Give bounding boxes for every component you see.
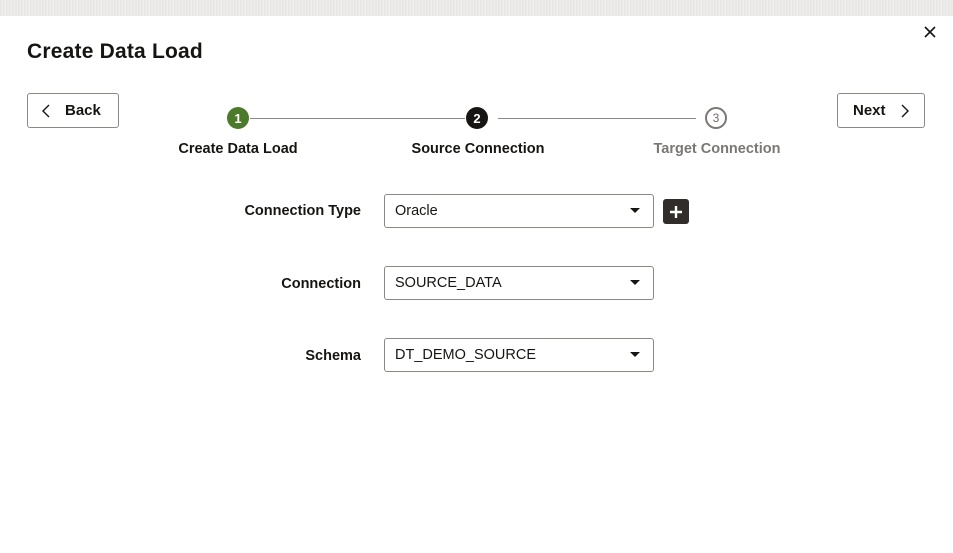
connection-type-value: Oracle [395, 203, 438, 219]
step-1-number: 1 [234, 110, 242, 126]
step-1-label: Create Data Load [178, 141, 298, 157]
back-button-label: Back [65, 102, 101, 119]
close-button[interactable] [918, 20, 942, 44]
chevron-down-icon [630, 280, 640, 285]
step-1-indicator[interactable]: 1 [227, 107, 249, 129]
connection-type-select[interactable]: Oracle [384, 194, 654, 228]
connection-type-label: Connection Type [244, 203, 361, 219]
connection-select[interactable]: SOURCE_DATA [384, 266, 654, 300]
schema-label: Schema [305, 348, 361, 364]
schema-select[interactable]: DT_DEMO_SOURCE [384, 338, 654, 372]
step-3-indicator: 3 [705, 107, 727, 129]
background-strip [0, 0, 953, 16]
step-3-number: 3 [712, 111, 720, 125]
step-3-label: Target Connection [653, 141, 781, 157]
add-connection-button[interactable] [663, 199, 689, 224]
next-button-label: Next [853, 102, 886, 119]
connection-label: Connection [281, 276, 361, 292]
connection-value: SOURCE_DATA [395, 275, 502, 291]
dialog-title: Create Data Load [27, 40, 203, 63]
step-connector-1 [250, 118, 465, 119]
schema-value: DT_DEMO_SOURCE [395, 347, 536, 363]
chevron-down-icon [630, 208, 640, 213]
back-button[interactable]: Back [27, 93, 119, 128]
next-button[interactable]: Next [837, 93, 925, 128]
plus-icon [670, 205, 682, 218]
step-2-indicator[interactable]: 2 [466, 107, 488, 129]
close-icon [924, 26, 936, 38]
step-2-label: Source Connection [411, 141, 545, 157]
chevron-right-icon [901, 104, 909, 117]
step-connector-2 [498, 118, 696, 119]
chevron-down-icon [630, 352, 640, 357]
step-2-number: 2 [473, 110, 481, 126]
chevron-left-icon [42, 104, 50, 117]
